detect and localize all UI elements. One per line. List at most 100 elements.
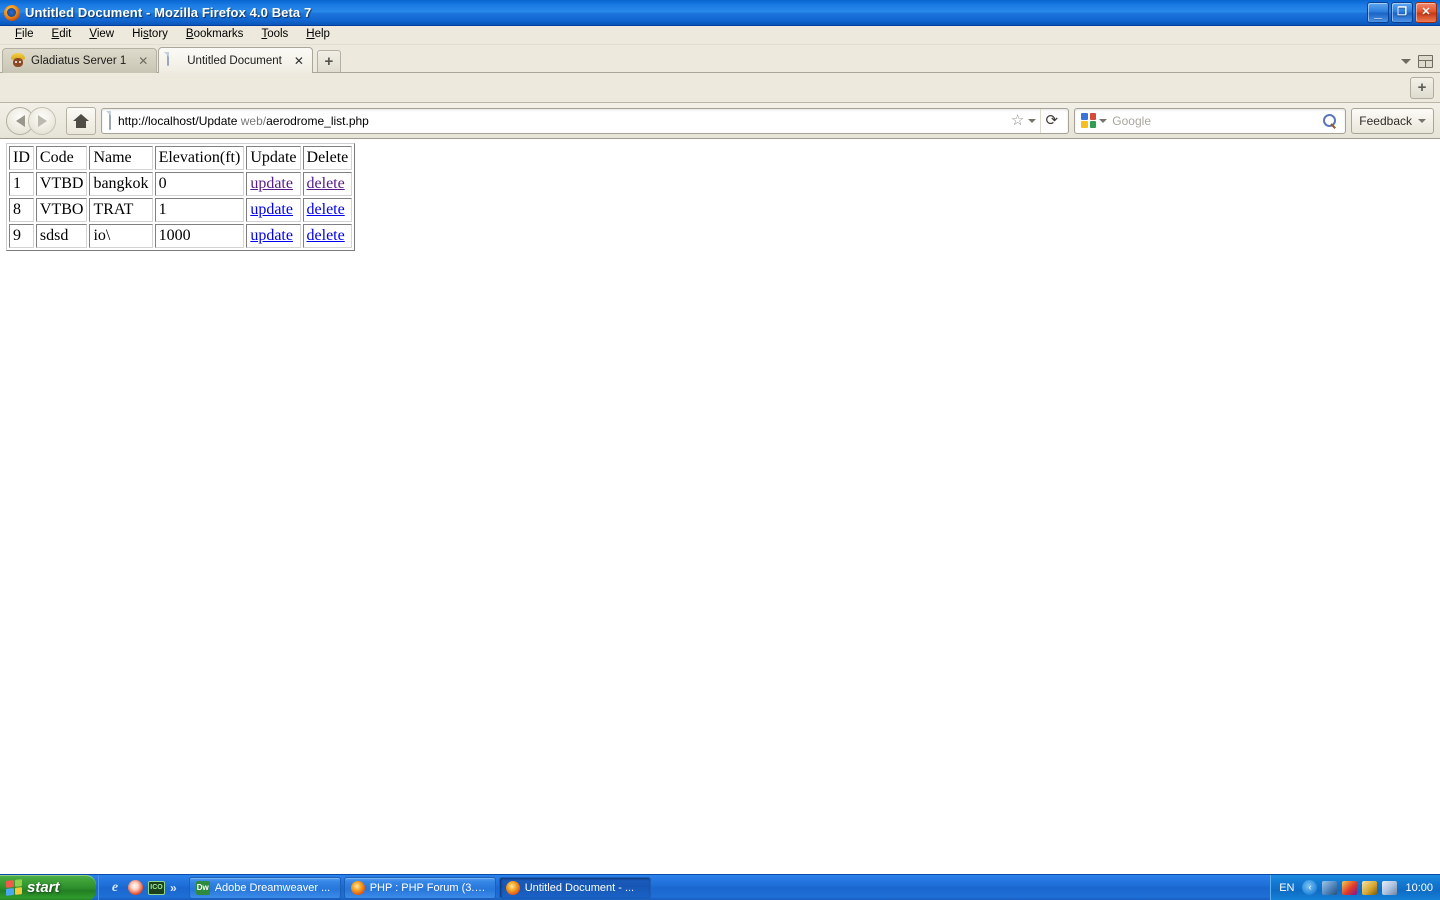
url-bar[interactable]: http://localhost/Update web/aerodrome_li… bbox=[101, 107, 1070, 134]
table-row: 9 sdsd io\ 1000 update delete bbox=[9, 224, 353, 248]
network-icon[interactable] bbox=[1322, 880, 1338, 895]
tab-gladiatus-server-1[interactable]: Gladiatus Server 1 ✕ bbox=[2, 48, 158, 73]
quick-launch-bar: e ICO » bbox=[98, 874, 183, 900]
new-tab-button[interactable]: + bbox=[316, 50, 341, 72]
menu-tools[interactable]: Tools bbox=[252, 27, 297, 44]
reload-button[interactable]: ⟳ bbox=[1040, 108, 1062, 133]
document-icon bbox=[166, 51, 182, 69]
cell-delete: delete bbox=[302, 224, 353, 248]
arrow-right-icon bbox=[37, 114, 47, 127]
update-link[interactable]: update bbox=[250, 201, 293, 218]
mail-icon[interactable] bbox=[1382, 880, 1398, 895]
cell-elevation: 0 bbox=[154, 172, 245, 196]
menu-view[interactable]: View bbox=[80, 27, 123, 44]
google-icon bbox=[1081, 113, 1097, 128]
tab-label: Gladiatus Server 1 bbox=[31, 55, 127, 67]
taskbar-item-label: Untitled Document - ... bbox=[524, 881, 635, 894]
column-header-name: Name bbox=[89, 146, 153, 170]
window-controls: _ ❐ ✕ bbox=[1367, 2, 1440, 23]
taskbar-item-label: PHP : PHP Forum (3.0... bbox=[369, 881, 489, 894]
tab-untitled-document[interactable]: Untitled Document ✕ bbox=[158, 47, 313, 73]
forward-button[interactable] bbox=[28, 106, 56, 135]
search-input[interactable]: Google bbox=[1112, 114, 1151, 128]
tab-close-icon[interactable]: ✕ bbox=[136, 54, 150, 68]
table-row: 1 VTBD bangkok 0 update delete bbox=[9, 172, 353, 196]
task-buttons: Dw Adobe Dreamweaver ... PHP : PHP Forum… bbox=[183, 876, 651, 899]
tab-strip: Gladiatus Server 1 ✕ Untitled Document ✕… bbox=[0, 45, 1440, 73]
menu-edit[interactable]: Edit bbox=[43, 27, 81, 44]
column-header-elevation: Elevation(ft) bbox=[154, 146, 245, 170]
start-button[interactable]: start bbox=[0, 874, 96, 900]
firefox-icon bbox=[4, 4, 20, 21]
page-content: ID Code Name Elevation(ft) Update Delete… bbox=[0, 139, 1440, 874]
cell-name: bangkok bbox=[89, 172, 153, 196]
media-icon[interactable] bbox=[1342, 880, 1358, 895]
cell-elevation: 1000 bbox=[154, 224, 245, 248]
update-link[interactable]: update bbox=[250, 227, 293, 244]
menu-file[interactable]: File bbox=[6, 27, 43, 44]
home-button[interactable] bbox=[66, 106, 96, 135]
cell-delete: delete bbox=[302, 172, 353, 196]
display-icon[interactable] bbox=[1362, 880, 1378, 895]
clock[interactable]: 10:00 bbox=[1405, 882, 1433, 894]
delete-link[interactable]: delete bbox=[307, 201, 345, 218]
feedback-label: Feedback bbox=[1359, 113, 1412, 128]
menu-bookmarks[interactable]: Bookmarks bbox=[177, 27, 253, 44]
close-button[interactable]: ✕ bbox=[1415, 2, 1437, 23]
cell-name: TRAT bbox=[89, 198, 153, 222]
chevron-down-icon[interactable] bbox=[1028, 118, 1037, 123]
ico-tool-icon[interactable]: ICO bbox=[148, 880, 165, 895]
taskbar-item-untitled-document[interactable]: Untitled Document - ... bbox=[498, 876, 651, 899]
column-header-delete: Delete bbox=[302, 146, 353, 170]
add-bookmark-button[interactable]: + bbox=[1410, 76, 1434, 99]
windows-logo-icon bbox=[6, 879, 22, 896]
firefox-icon[interactable] bbox=[128, 880, 143, 895]
firefox-icon bbox=[505, 880, 520, 895]
page-favicon-icon bbox=[108, 110, 112, 130]
tabstrip-controls bbox=[1401, 55, 1440, 73]
taskbar-item-dreamweaver[interactable]: Dw Adobe Dreamweaver ... bbox=[188, 876, 341, 899]
url-bar-controls: ☆ ⟳ bbox=[1011, 108, 1064, 133]
tray-expand-icon[interactable]: ‹ bbox=[1302, 880, 1318, 895]
language-indicator[interactable]: EN bbox=[1279, 882, 1294, 894]
taskbar-item-php-forum[interactable]: PHP : PHP Forum (3.0... bbox=[343, 876, 496, 899]
cell-elevation: 1 bbox=[154, 198, 245, 222]
list-all-tabs-icon[interactable] bbox=[1418, 55, 1433, 68]
menu-help[interactable]: Help bbox=[297, 27, 339, 44]
search-icon[interactable] bbox=[1322, 113, 1338, 129]
dreamweaver-icon: Dw bbox=[195, 880, 210, 895]
cell-delete: delete bbox=[302, 198, 353, 222]
internet-explorer-icon[interactable]: e bbox=[107, 880, 123, 896]
url-host: http://localhost/Update bbox=[118, 113, 238, 128]
restore-button[interactable]: ❐ bbox=[1391, 2, 1413, 23]
update-link[interactable]: update bbox=[250, 175, 293, 192]
cell-update: update bbox=[246, 172, 301, 196]
chevron-down-icon[interactable] bbox=[1401, 59, 1411, 64]
menu-history[interactable]: History bbox=[123, 27, 177, 44]
delete-link[interactable]: delete bbox=[307, 175, 345, 192]
delete-link[interactable]: delete bbox=[307, 227, 345, 244]
home-icon bbox=[73, 113, 89, 128]
table-row: 8 VTBO TRAT 1 update delete bbox=[9, 198, 353, 222]
minimize-button[interactable]: _ bbox=[1367, 2, 1389, 23]
tab-label: Untitled Document bbox=[187, 54, 282, 67]
search-bar[interactable]: Google bbox=[1074, 107, 1347, 134]
cell-code: VTBO bbox=[35, 198, 88, 222]
quick-launch-overflow-icon[interactable]: » bbox=[170, 882, 177, 894]
bookmarks-toolbar: + bbox=[0, 73, 1440, 103]
cell-code: sdsd bbox=[35, 224, 88, 248]
desktop-screen: Untitled Document - Mozilla Firefox 4.0 … bbox=[0, 0, 1440, 900]
column-header-update: Update bbox=[246, 146, 301, 170]
search-engine-chevron-icon[interactable] bbox=[1099, 118, 1108, 123]
system-tray: EN ‹ 10:00 bbox=[1270, 874, 1440, 900]
tab-close-icon[interactable]: ✕ bbox=[292, 54, 306, 68]
window-titlebar: Untitled Document - Mozilla Firefox 4.0 … bbox=[0, 0, 1440, 26]
menubar: File Edit View History Bookmarks Tools H… bbox=[0, 26, 1440, 45]
close-icon: ✕ bbox=[1421, 6, 1431, 18]
column-header-code: Code bbox=[35, 146, 88, 170]
table-header-row: ID Code Name Elevation(ft) Update Delete bbox=[9, 146, 353, 170]
bookmark-star-icon[interactable]: ☆ bbox=[1011, 113, 1024, 128]
chevron-down-icon[interactable] bbox=[1418, 118, 1426, 123]
taskbar-item-label: Adobe Dreamweaver ... bbox=[214, 881, 331, 894]
feedback-button[interactable]: Feedback bbox=[1351, 107, 1434, 134]
